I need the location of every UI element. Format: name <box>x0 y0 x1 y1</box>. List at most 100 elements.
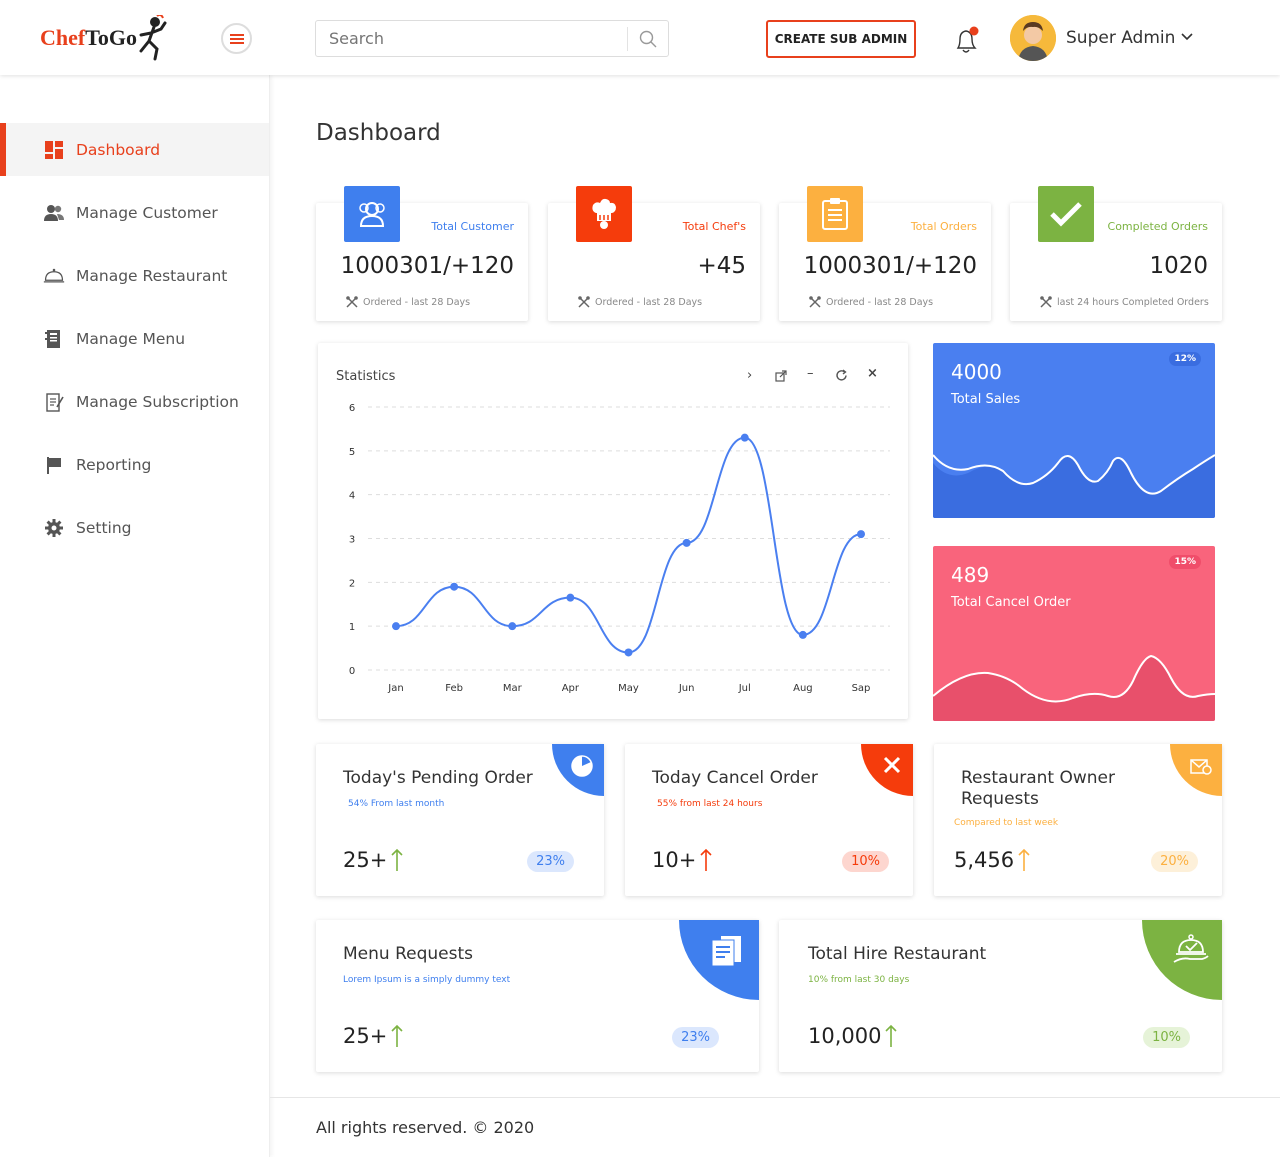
stat-value: 1020 <box>1149 253 1208 279</box>
data-point[interactable] <box>566 593 575 602</box>
sidebar-item-manage-subscription[interactable]: Manage Subscription <box>0 375 269 428</box>
stat-note: Ordered - last 28 Days <box>809 296 933 308</box>
stat-note-text: last 24 hours Completed Orders <box>1057 296 1209 308</box>
sidebar-item-setting[interactable]: Setting <box>0 501 269 554</box>
sidebar-item-reporting[interactable]: Reporting <box>0 438 269 491</box>
sidebar-item-label: Reporting <box>76 455 152 474</box>
y-tick-label: 0 <box>349 666 355 677</box>
data-point[interactable] <box>798 630 807 639</box>
stat-card-total-customer[interactable]: Total Customer 1000301/+120 Ordered - la… <box>316 186 528 321</box>
statistics-chart-card: Statistics › – × 0 1 2 3 4 5 6 Jan Feb Mar Apr May J… <box>318 343 908 719</box>
create-sub-admin-button[interactable]: CREATE SUB ADMIN <box>766 20 916 58</box>
stat-card-total-orders[interactable]: Total Orders 1000301/+120 Ordered - last… <box>779 186 991 321</box>
stat-note: Ordered - last 28 Days <box>346 296 470 308</box>
card-title: Restaurant Owner Requests <box>961 768 1115 809</box>
menu-book-icon <box>43 328 65 350</box>
data-point[interactable] <box>857 530 865 539</box>
kpi-card-total-sales[interactable]: 4000 Total Sales 12% <box>933 343 1215 518</box>
data-point[interactable] <box>624 648 633 657</box>
utensils-icon <box>1040 296 1052 308</box>
stat-label: Total Chef's <box>682 220 746 233</box>
arrow-up-icon <box>1018 848 1030 871</box>
y-tick-label: 1 <box>349 622 355 633</box>
notification-bell-icon[interactable] <box>952 24 982 56</box>
card-subtitle: Compared to last week <box>954 818 1059 828</box>
logo[interactable]: Chef ToGo <box>40 14 167 62</box>
sales-wave-graphic <box>933 454 1215 518</box>
card-subtitle: 54% From last month <box>348 799 445 809</box>
card-today-cancel-order[interactable]: Today Cancel Order 55% from last 24 hour… <box>625 744 913 896</box>
arrow-up-icon <box>700 848 712 871</box>
footer-divider <box>270 1097 1280 1098</box>
line-chart: 0 1 2 3 4 5 6 Jan Feb Mar Apr May Jun Jul Aug Sap <box>349 403 890 694</box>
sidebar-item-label: Setting <box>76 518 132 537</box>
data-point[interactable] <box>682 538 691 547</box>
card-title: Today Cancel Order <box>652 768 818 788</box>
sidebar-item-label: Manage Menu <box>76 329 186 348</box>
percent-badge: 10% <box>842 851 889 872</box>
x-tick-label: Sap <box>852 683 871 694</box>
stat-label: Completed Orders <box>1107 220 1208 233</box>
stat-value: 1000301/+120 <box>340 253 514 279</box>
card-value: 10,000 <box>808 1024 898 1048</box>
logo-text-chef: Chef <box>40 25 86 50</box>
search-input[interactable] <box>316 21 627 56</box>
arrow-up-icon <box>391 1024 403 1047</box>
data-point[interactable] <box>392 622 400 631</box>
data-point[interactable] <box>508 622 517 631</box>
menu-doc-icon <box>711 936 741 967</box>
card-value-text: 25+ <box>343 848 388 872</box>
card-subtitle: Lorem Ipsum is a simply dummy text <box>343 975 511 985</box>
utensils-icon <box>578 296 590 308</box>
card-value: 25+ <box>343 1024 403 1048</box>
users-icon <box>43 202 65 224</box>
sidebar-item-dashboard[interactable]: Dashboard <box>0 123 269 176</box>
data-point[interactable] <box>450 582 459 591</box>
search-icon[interactable] <box>628 21 668 56</box>
x-tick-label: Apr <box>562 683 580 694</box>
stat-value: 1000301/+120 <box>803 253 977 279</box>
sidebar: Dashboard Manage Customer Manage Restaur… <box>0 75 270 1157</box>
y-tick-label: 6 <box>349 403 355 414</box>
card-todays-pending-order[interactable]: Today's Pending Order 54% From last mont… <box>316 744 604 896</box>
card-value-text: 5,456 <box>954 848 1015 872</box>
dashboard-icon <box>43 139 65 161</box>
sidebar-item-label: Manage Restaurant <box>76 266 228 285</box>
sidebar-item-manage-menu[interactable]: Manage Menu <box>0 312 269 365</box>
card-value-text: 25+ <box>343 1024 388 1048</box>
x-tick-label: Mar <box>503 683 523 694</box>
chevron-down-icon[interactable] <box>1181 33 1193 41</box>
sidebar-item-manage-customer[interactable]: Manage Customer <box>0 186 269 239</box>
sidebar-item-label: Manage Customer <box>76 203 218 222</box>
stat-note-text: Ordered - last 28 Days <box>826 296 934 308</box>
card-value: 25+ <box>343 848 403 872</box>
utensils-icon <box>346 296 358 308</box>
sidebar-item-manage-restaurant[interactable]: Manage Restaurant <box>0 249 269 302</box>
card-restaurant-owner-requests[interactable]: Restaurant Owner Requests Compared to la… <box>934 744 1222 896</box>
clipboard-icon <box>807 186 863 242</box>
footer-copyright: All rights reserved. © 2020 <box>316 1118 535 1137</box>
data-point[interactable] <box>740 433 749 442</box>
search-bar <box>315 20 669 57</box>
stat-card-total-chefs[interactable]: Total Chef's +45 Ordered - last 28 Days <box>548 186 760 321</box>
gear-icon <box>43 517 65 539</box>
check-icon <box>1038 186 1094 242</box>
card-total-hire-restaurant[interactable]: Total Hire Restaurant 10% from last 30 d… <box>779 920 1222 1072</box>
y-tick-label: 5 <box>349 447 355 458</box>
x-tick-label: Jul <box>738 683 751 694</box>
y-tick-label: 2 <box>349 578 355 589</box>
avatar[interactable] <box>1010 15 1056 61</box>
stat-card-completed-orders[interactable]: Completed Orders 1020 last 24 hours Comp… <box>1010 186 1222 321</box>
page-title: Dashboard <box>316 120 441 146</box>
chef-hat-icon <box>576 186 632 242</box>
card-menu-requests[interactable]: Menu Requests Lorem Ipsum is a simply du… <box>316 920 759 1072</box>
stat-label: Total Customer <box>431 220 514 233</box>
card-title: Menu Requests <box>343 944 473 964</box>
kpi-card-total-cancel-order[interactable]: 489 Total Cancel Order 15% <box>933 546 1215 721</box>
hamburger-menu-button[interactable] <box>221 23 252 54</box>
y-tick-label: 3 <box>349 535 355 546</box>
card-value-text: 10+ <box>652 848 697 872</box>
user-name[interactable]: Super Admin <box>1066 28 1175 48</box>
y-tick-label: 4 <box>349 491 355 502</box>
sidebar-item-label: Manage Subscription <box>76 392 239 411</box>
